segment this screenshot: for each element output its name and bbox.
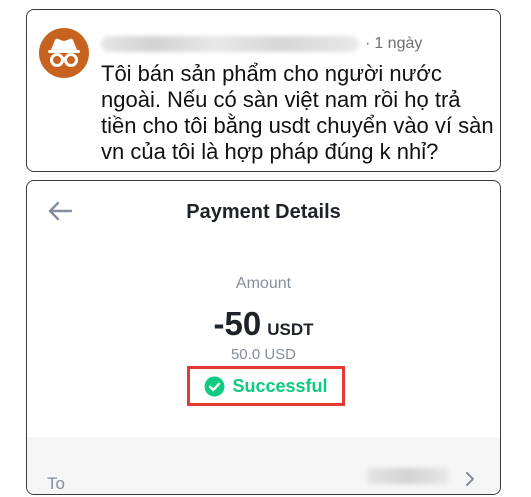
chevron-right-icon[interactable] [465, 472, 475, 486]
author-name[interactable] [101, 36, 359, 52]
to-label: To [47, 474, 65, 493]
amount-unit: USDT [267, 320, 314, 339]
detail-section [27, 437, 500, 494]
page-title: Payment Details [186, 201, 341, 223]
amount-value: -50 [213, 305, 262, 342]
check-circle-icon [204, 376, 225, 396]
amount-label: Amount [235, 275, 292, 292]
amount-row: -50 USDT [27, 305, 500, 343]
usd-value: 50.0 USD [230, 346, 297, 363]
status-text: Successful [232, 375, 328, 396]
incognito-icon [48, 38, 80, 67]
comment-card: · 1 ngày Tôi bán sản phẩm cho người nước… [26, 9, 501, 172]
payment-details-card: Payment Details Amount -50 USDT 50.0 USD… [26, 180, 501, 495]
recipient-value [367, 468, 449, 484]
comment-meta: · 1 ngày [101, 32, 422, 56]
meta-separator: · [365, 35, 371, 52]
avatar[interactable] [39, 28, 89, 78]
comment-time: 1 ngày [374, 35, 423, 52]
status-badge: Successful [187, 366, 345, 406]
comment-text: Tôi bán sản phẩm cho người nước ngoài. N… [101, 61, 494, 164]
